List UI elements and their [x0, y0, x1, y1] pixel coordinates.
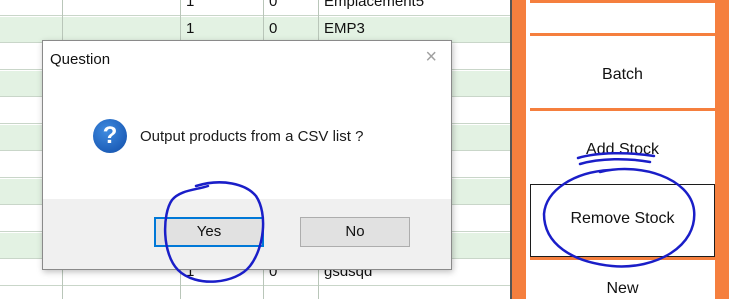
dialog-title: Question [50, 51, 111, 68]
no-button[interactable]: No [300, 217, 410, 247]
panel-left-strip [512, 0, 526, 299]
new-button[interactable]: New [530, 257, 715, 299]
batch-label: Batch [602, 66, 643, 83]
remove-stock-button[interactable]: Remove Stock [530, 184, 715, 257]
batch-button[interactable]: Batch [530, 33, 715, 108]
table-cell[interactable]: Emplacement5 [318, 0, 510, 15]
table-cell[interactable]: EMP3 [318, 17, 510, 42]
question-dialog: Question × ? Output products from a CSV … [42, 40, 452, 270]
table-cell[interactable]: 1 [180, 0, 263, 15]
add-stock-button[interactable]: Add Stock [530, 108, 715, 184]
close-icon[interactable]: × [425, 47, 437, 67]
table-cell[interactable]: 0 [263, 0, 318, 15]
dialog-message: Output products from a CSV list ? [140, 128, 364, 145]
panel-right-strip [715, 0, 729, 299]
add-stock-label: Add Stock [586, 141, 659, 158]
panel-top-button[interactable] [530, 0, 715, 33]
table-row[interactable]: 1 0 Emplacement5 [0, 0, 512, 16]
remove-stock-label: Remove Stock [570, 210, 675, 227]
table-cell[interactable]: 1 [180, 17, 263, 42]
dialog-footer: Yes No [43, 199, 451, 269]
question-icon: ? [93, 119, 127, 153]
yes-button[interactable]: Yes [154, 217, 264, 247]
new-label: New [606, 280, 639, 297]
table-cell[interactable]: 0 [263, 17, 318, 42]
